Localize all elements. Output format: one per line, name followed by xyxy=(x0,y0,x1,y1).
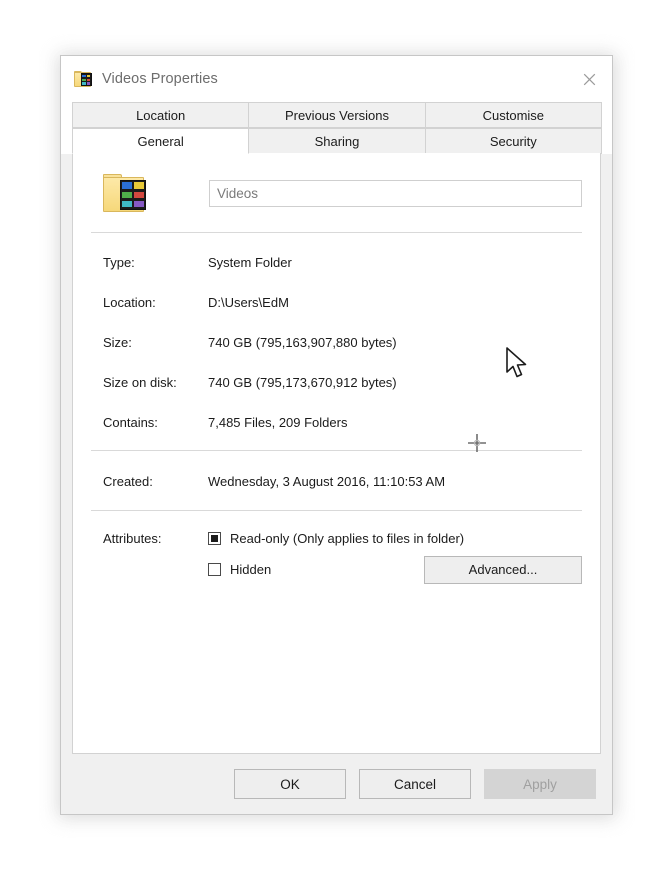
ok-button[interactable]: OK xyxy=(234,769,346,799)
attributes-block: Attributes: Read-only (Only applies to f… xyxy=(91,511,582,585)
property-row-location: Location: D:\Users\EdM xyxy=(91,282,582,322)
property-label: Type: xyxy=(103,254,135,270)
videos-folder-icon xyxy=(103,174,146,212)
cancel-button-label: Cancel xyxy=(393,776,437,792)
property-label: Size: xyxy=(103,334,132,350)
folder-name-row: Videos xyxy=(91,153,582,232)
advanced-button[interactable]: Advanced... xyxy=(424,555,582,584)
property-label: Created: xyxy=(103,473,153,489)
general-tab-panel: Videos Type: System Folder Location: D:\… xyxy=(72,153,601,754)
attribute-row-readonly: Attributes: Read-only (Only applies to f… xyxy=(91,523,582,554)
property-row-size-on-disk: Size on disk: 740 GB (795,173,670,912 by… xyxy=(91,362,582,402)
ok-button-label: OK xyxy=(280,776,300,792)
tab-previous-versions[interactable]: Previous Versions xyxy=(248,102,426,128)
window-title: Videos Properties xyxy=(102,71,218,87)
folder-name-value: Videos xyxy=(217,185,259,201)
apply-button-label: Apply xyxy=(523,776,557,792)
properties-dialog: Videos Properties Location Previous Vers… xyxy=(60,55,613,815)
attribute-row-hidden: Hidden Advanced... xyxy=(91,554,582,585)
tab-label: Previous Versions xyxy=(284,107,390,123)
property-label: Location: xyxy=(103,294,156,310)
tab-location[interactable]: Location xyxy=(72,102,250,128)
tab-label: General xyxy=(137,133,184,149)
tab-label: Sharing xyxy=(314,134,360,149)
tab-row-bottom: General Sharing Security xyxy=(72,128,602,154)
property-label: Contains: xyxy=(103,414,158,430)
folder-name-input[interactable]: Videos xyxy=(209,179,582,207)
close-icon[interactable] xyxy=(566,56,612,102)
tab-security[interactable]: Security xyxy=(424,128,602,154)
hidden-checkbox[interactable] xyxy=(208,563,221,576)
videos-folder-icon xyxy=(74,70,92,88)
tab-general[interactable]: General xyxy=(72,128,250,154)
advanced-button-label: Advanced... xyxy=(468,562,538,577)
property-row-size: Size: 740 GB (795,163,907,880 bytes) xyxy=(91,322,582,362)
property-rows: Type: System Folder Location: D:\Users\E… xyxy=(91,233,582,450)
property-value: System Folder xyxy=(208,254,292,270)
property-value: Wednesday, 3 August 2016, 11:10:53 AM xyxy=(208,473,446,489)
property-value: 7,485 Files, 209 Folders xyxy=(208,414,348,430)
created-block: Created: Wednesday, 3 August 2016, 11:10… xyxy=(91,451,582,510)
title-bar: Videos Properties xyxy=(61,56,612,102)
attributes-label: Attributes: xyxy=(103,531,162,546)
tab-label: Location xyxy=(136,107,186,123)
tab-row-top: Location Previous Versions Customise xyxy=(72,102,602,128)
dialog-footer: OK Cancel Apply xyxy=(61,754,612,814)
tab-customise[interactable]: Customise xyxy=(424,102,602,128)
apply-button: Apply xyxy=(484,769,596,799)
tab-sharing[interactable]: Sharing xyxy=(248,128,426,154)
property-label: Size on disk: xyxy=(103,374,177,390)
cancel-button[interactable]: Cancel xyxy=(359,769,471,799)
readonly-label: Read-only (Only applies to files in fold… xyxy=(230,531,465,546)
hidden-label: Hidden xyxy=(230,562,272,577)
readonly-checkbox[interactable] xyxy=(208,532,221,545)
screen: Videos Properties Location Previous Vers… xyxy=(0,0,670,871)
property-value: 740 GB (795,173,670,912 bytes) xyxy=(208,374,397,390)
property-value: D:\Users\EdM xyxy=(208,294,289,310)
tab-label: Customise xyxy=(482,107,545,123)
tab-label: Security xyxy=(489,134,537,149)
property-row-created: Created: Wednesday, 3 August 2016, 11:10… xyxy=(91,461,582,501)
property-row-contains: Contains: 7,485 Files, 209 Folders xyxy=(91,402,582,442)
property-row-type: Type: System Folder xyxy=(91,242,582,282)
property-value: 740 GB (795,163,907,880 bytes) xyxy=(208,334,397,350)
tab-strip: Location Previous Versions Customise Gen… xyxy=(61,102,612,154)
